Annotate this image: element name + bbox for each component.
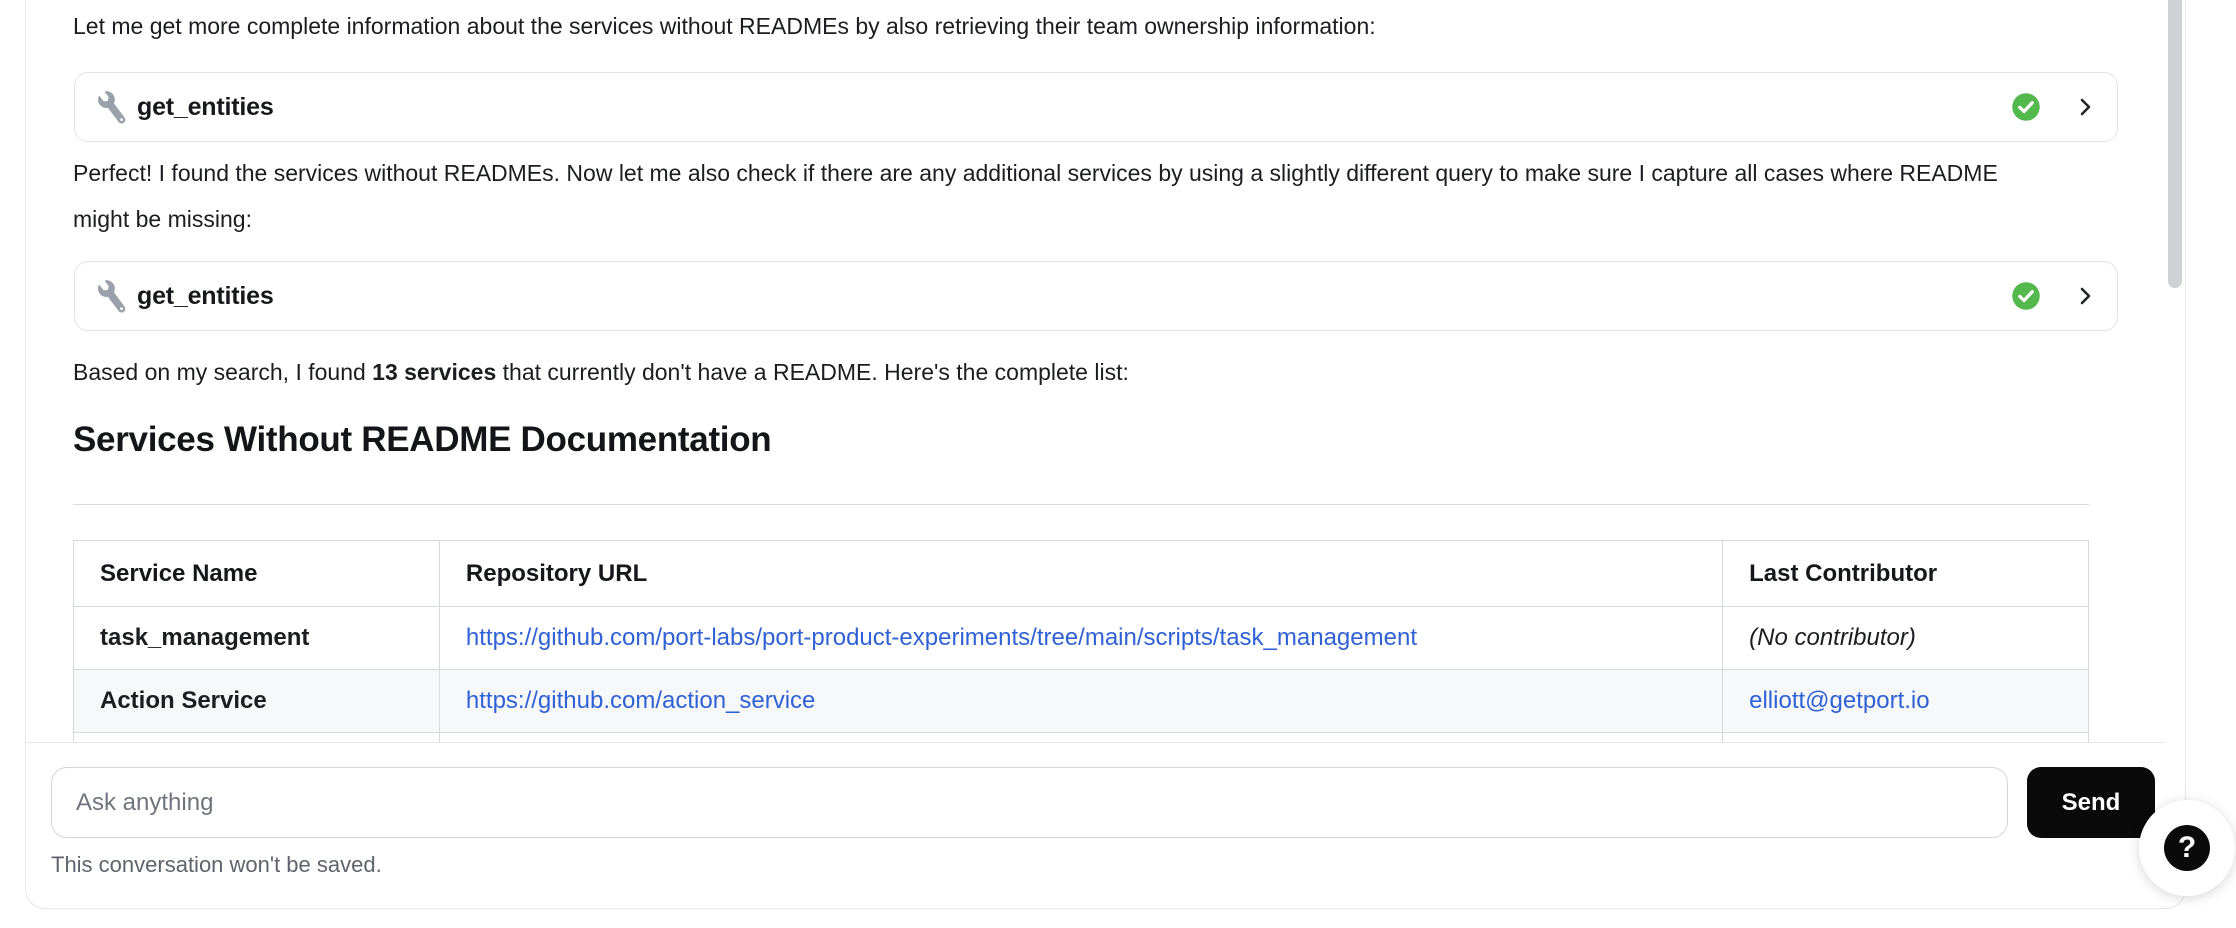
repository-url-link[interactable]: https://github.com/action_service bbox=[466, 687, 816, 714]
conversation-scroll-area[interactable]: Let me get more complete information abo… bbox=[26, 0, 2165, 742]
repository-url-link[interactable]: https://github.com/port-labs/port-produc… bbox=[466, 624, 1417, 651]
message-text: Based on my search, I found bbox=[73, 359, 372, 385]
heading-divider bbox=[73, 504, 2089, 505]
table-header-row: Service Name Repository URL Last Contrib… bbox=[74, 541, 2089, 607]
chevron-right-icon[interactable] bbox=[2073, 284, 2097, 308]
send-button[interactable]: Send bbox=[2027, 767, 2155, 838]
repository-url-cell bbox=[439, 733, 1722, 743]
contributor-cell bbox=[1723, 733, 2089, 743]
assistant-message-3: Based on my search, I found 13 services … bbox=[73, 352, 1129, 392]
col-header-last-contributor: Last Contributor bbox=[1723, 541, 2089, 607]
scrollbar-thumb[interactable] bbox=[2168, 0, 2182, 288]
tool-name-label: get_entities bbox=[137, 282, 274, 311]
section-heading: Services Without README Documentation bbox=[73, 420, 771, 460]
col-header-repository-url: Repository URL bbox=[439, 541, 1722, 607]
assistant-message-2: Perfect! I found the services without RE… bbox=[73, 150, 2048, 242]
chevron-right-icon[interactable] bbox=[2073, 95, 2097, 119]
service-name-cell: Action Service bbox=[74, 670, 440, 733]
ask-anything-input[interactable] bbox=[51, 767, 2008, 838]
contributor-cell: (No contributor) bbox=[1723, 607, 2089, 670]
wrench-icon bbox=[95, 279, 129, 313]
assistant-message-1: Let me get more complete information abo… bbox=[73, 6, 1376, 46]
composer-divider bbox=[26, 742, 2165, 743]
chat-window: Let me get more complete information abo… bbox=[0, 0, 2236, 928]
tool-call-get-entities-1[interactable]: get_entities bbox=[74, 72, 2118, 142]
table-row: Action Service https://github.com/action… bbox=[74, 670, 2089, 733]
question-mark-icon: ? bbox=[2164, 825, 2210, 871]
service-name-cell bbox=[74, 733, 440, 743]
table-row bbox=[74, 733, 2089, 743]
table-row: task_management https://github.com/port-… bbox=[74, 607, 2089, 670]
conversation-not-saved-note: This conversation won't be saved. bbox=[51, 852, 382, 878]
contributor-email-link[interactable]: elliott@getport.io bbox=[1749, 687, 1929, 714]
check-circle-icon bbox=[2011, 281, 2041, 311]
col-header-service-name: Service Name bbox=[74, 541, 440, 607]
tool-call-get-entities-2[interactable]: get_entities bbox=[74, 261, 2118, 331]
service-name-cell: task_management bbox=[74, 607, 440, 670]
tool-name-label: get_entities bbox=[137, 93, 274, 122]
check-circle-icon bbox=[2011, 92, 2041, 122]
services-count: 13 services bbox=[372, 359, 496, 385]
services-table: Service Name Repository URL Last Contrib… bbox=[73, 540, 2089, 742]
wrench-icon bbox=[95, 90, 129, 124]
message-text: that currently don't have a README. Here… bbox=[496, 359, 1129, 385]
help-button[interactable]: ? bbox=[2139, 800, 2235, 896]
